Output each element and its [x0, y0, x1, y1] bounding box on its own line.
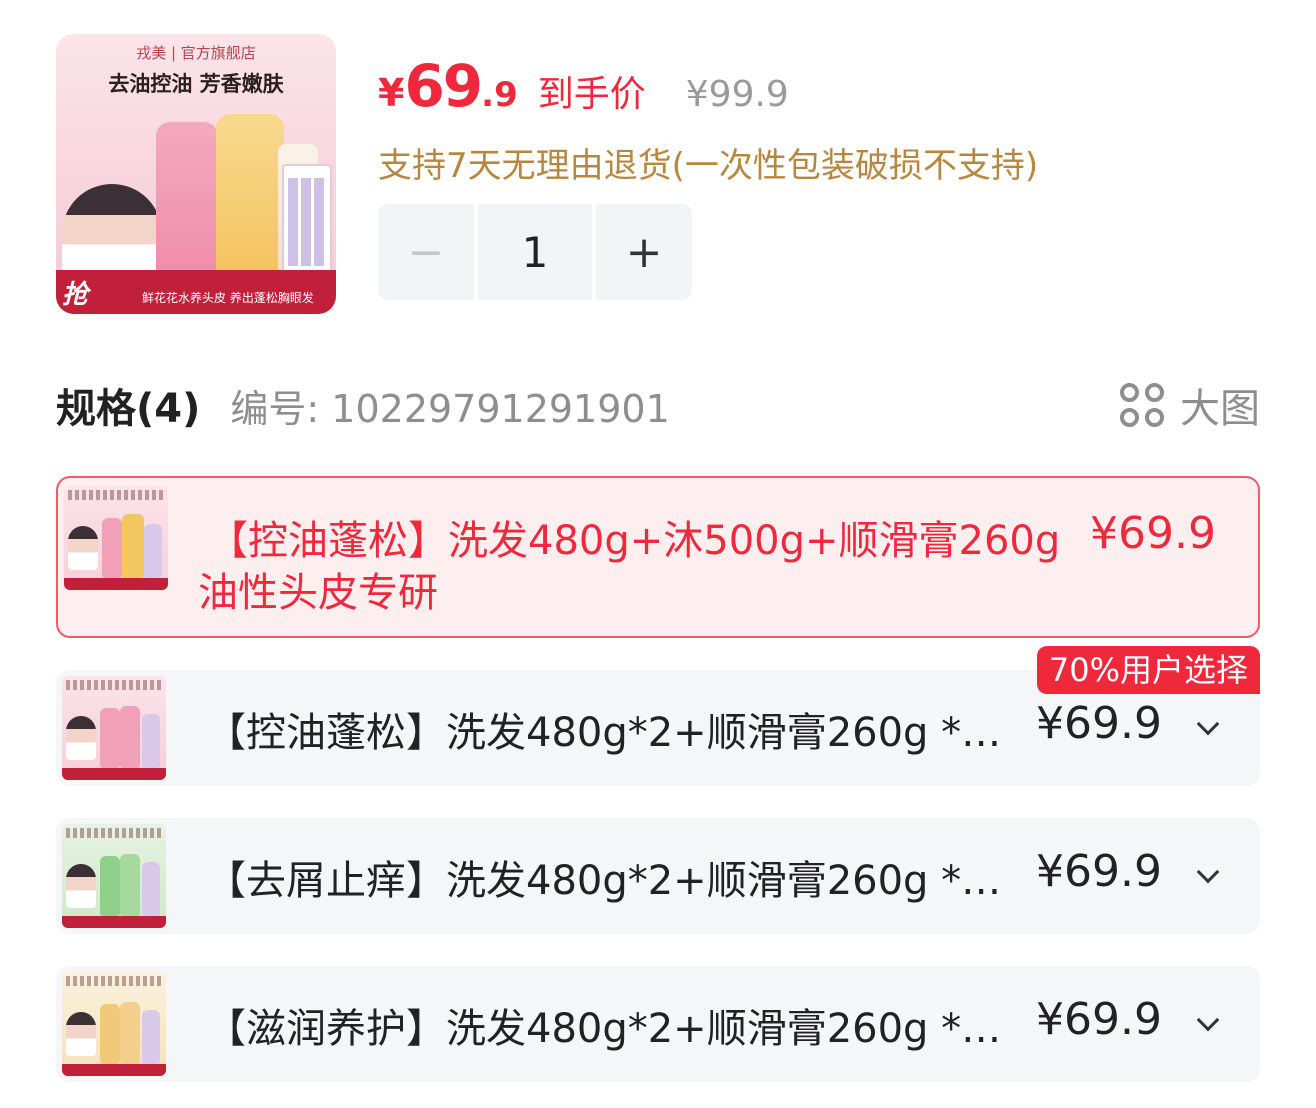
product-code: 编号: 10229791291901: [230, 386, 670, 431]
variant-name: 【滋润养护】洗发480g*2+顺滑膏260g *…: [206, 1006, 1002, 1052]
variant-price: ¥69.9: [1036, 698, 1162, 749]
big-image-label: 大图: [1180, 386, 1260, 432]
variant-name: 【控油蓬松】洗发480g*2+顺滑膏260g *…: [206, 710, 1002, 756]
product-slogan: 去油控油 芳香嫩肤: [108, 71, 284, 96]
promo-band-text: 鲜花花水养头皮 养出蓬松胸眼发: [142, 291, 314, 305]
price-row: ¥ 69 .9 到手价 ¥99.9: [378, 52, 789, 122]
chevron-down-icon[interactable]: [1196, 1008, 1220, 1032]
spec-title: 规格(4): [56, 386, 201, 432]
variant-thumbnail: [62, 824, 166, 928]
price-decimal: .9: [481, 75, 518, 115]
variant-option-2[interactable]: 70%用户选择 【控油蓬松】洗发480g*2+顺滑膏260g *… ¥69.9: [56, 646, 1260, 786]
big-image-toggle[interactable]: 大图: [1118, 376, 1260, 434]
price-integer: 69: [404, 52, 483, 120]
currency-symbol: ¥: [378, 71, 405, 115]
variant-thumbnail: [62, 676, 166, 780]
variant-name: 【去屑止痒】洗发480g*2+顺滑膏260g *…: [206, 858, 1002, 904]
variant-thumbnail: [62, 972, 166, 1076]
decrease-button[interactable]: −: [378, 204, 474, 300]
variant-subtitle: 油性头皮专研: [198, 570, 438, 616]
grab-label: 抢: [62, 280, 89, 310]
store-name-text: 戎美 | 官方旗舰店: [136, 44, 256, 62]
variant-option-4[interactable]: 【滋润养护】洗发480g*2+顺滑膏260g *… ¥69.9: [56, 966, 1260, 1082]
popular-badge: 70%用户选择: [1036, 646, 1260, 694]
variant-thumbnail: [64, 486, 168, 590]
variant-price: ¥69.9: [1036, 994, 1162, 1045]
chevron-down-icon[interactable]: [1196, 712, 1220, 736]
increase-button[interactable]: +: [596, 204, 692, 300]
final-price-tag: 到手价: [537, 74, 646, 115]
promo-band: 抢 鲜花花水养头皮 养出蓬松胸眼发: [56, 270, 336, 314]
variant-option-3[interactable]: 【去屑止痒】洗发480g*2+顺滑膏260g *… ¥69.9: [56, 818, 1260, 934]
spec-header: 规格(4) 编号: 10229791291901 大图: [56, 372, 1260, 438]
product-image[interactable]: 戎美 | 官方旗舰店 去油控油 芳香嫩肤 抢 鲜花花水养头皮 养出蓬松胸眼发: [56, 34, 336, 314]
chevron-down-icon[interactable]: [1196, 860, 1220, 884]
return-policy: 支持7天无理由退货(一次性包装破损不支持): [378, 146, 1039, 186]
original-price: ¥99.9: [685, 74, 789, 115]
variant-price: ¥69.9: [1090, 508, 1216, 559]
quantity-stepper: − 1 +: [378, 204, 692, 300]
variant-option-1[interactable]: 【控油蓬松】洗发480g+沐500g+顺滑膏260g 油性头皮专研 ¥69.9: [56, 476, 1260, 638]
quantity-input[interactable]: 1: [478, 204, 592, 300]
sample-card: [282, 164, 332, 274]
grid-icon: [1118, 381, 1166, 429]
variant-name: 【控油蓬松】洗发480g+沐500g+顺滑膏260g: [208, 518, 1061, 564]
variant-price: ¥69.9: [1036, 846, 1162, 897]
